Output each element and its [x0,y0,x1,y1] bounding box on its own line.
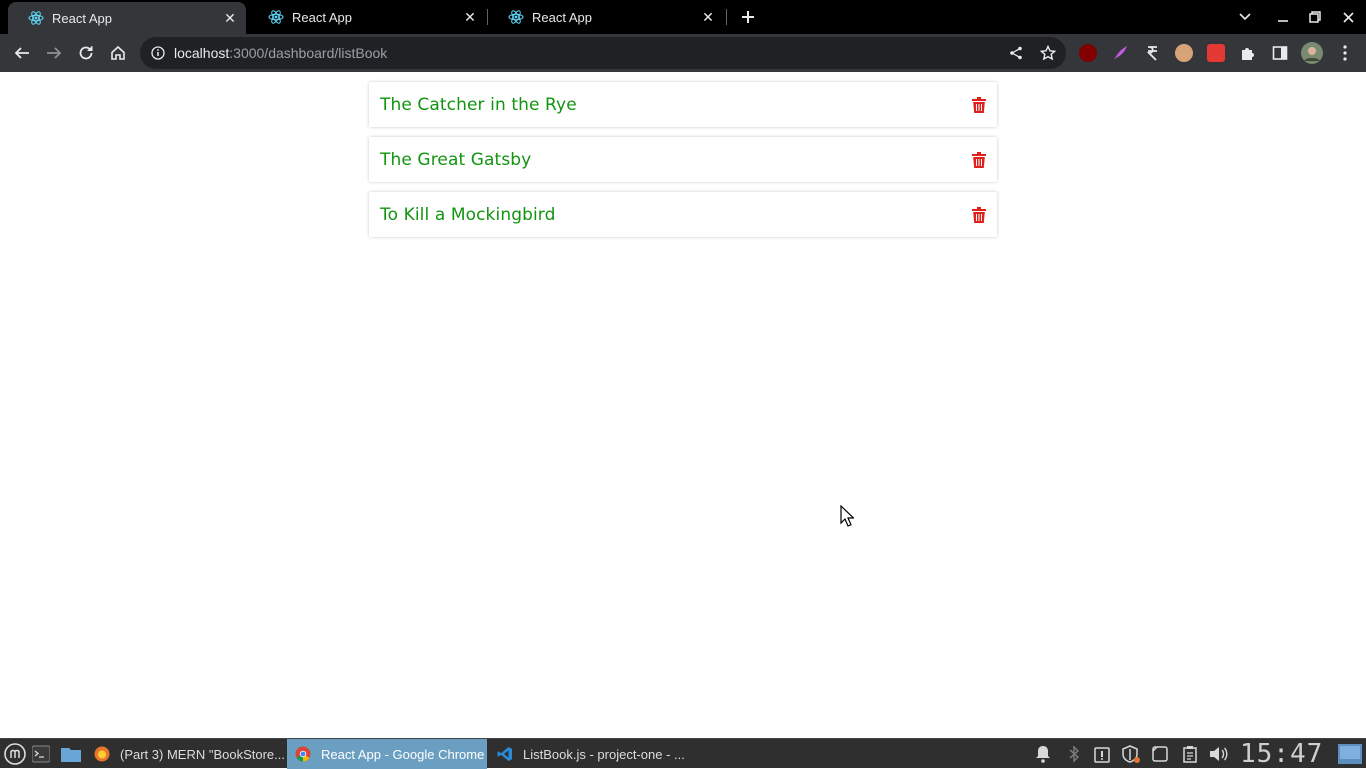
browser-menu-icon[interactable] [1333,41,1357,65]
taskbar-item-vscode[interactable]: ListBook.js - project-one - ... [489,739,689,769]
tab-2[interactable]: React App ✕ [248,0,486,34]
book-list-item: To Kill a Mockingbird [369,192,997,237]
close-tab-icon[interactable]: ✕ [698,7,718,27]
book-list-item: The Catcher in the Rye [369,82,997,127]
book-title: The Great Gatsby [380,149,532,170]
close-window-icon[interactable] [1337,7,1359,27]
notification-bell-icon[interactable] [1033,745,1053,763]
clipboard-icon[interactable] [1180,745,1200,763]
side-panel-icon[interactable] [1268,41,1292,65]
url-text[interactable]: localhost:3000/dashboard/listBook [174,45,387,61]
site-info-icon[interactable] [150,45,166,61]
forward-icon[interactable] [42,41,66,65]
minimize-icon[interactable] [1272,7,1294,27]
extensions-puzzle-icon[interactable] [1236,41,1260,65]
firefox-icon [94,746,110,762]
red-extension-icon[interactable] [1207,44,1225,62]
browser-toolbar: localhost:3000/dashboard/listBook [0,34,1366,72]
restore-icon[interactable] [1304,7,1326,27]
start-menu-icon[interactable] [2,739,28,769]
taskbar-item-label: ListBook.js - project-one - ... [523,746,685,762]
book-title: The Catcher in the Rye [380,94,577,115]
terminal-icon[interactable] [32,739,54,769]
url-host: localhost [174,45,230,61]
url-path: :3000/dashboard/listBook [229,45,388,61]
profile-avatar[interactable] [1300,41,1324,65]
tab-strip: React App ✕ React App ✕ React App ✕ [0,0,1366,34]
tab-title: React App [532,9,592,25]
taskbar-item-label: React App - Google Chrome [321,746,485,762]
bookmark-star-icon[interactable] [1036,41,1060,65]
reload-icon[interactable] [74,41,98,65]
share-icon[interactable] [1004,41,1028,65]
tab-title: React App [52,10,112,26]
close-tab-icon[interactable]: ✕ [220,8,240,28]
react-icon [28,10,44,26]
taskbar-item-youtube[interactable]: (Part 3) MERN "BookStore... [86,739,284,769]
address-bar[interactable]: localhost:3000/dashboard/listBook [140,37,1066,69]
tab-separator [726,9,727,25]
quill-extension-icon[interactable] [1111,44,1129,62]
chrome-icon [295,746,311,762]
home-icon[interactable] [106,41,130,65]
page-content: The Catcher in the Rye The Great Gatsby … [0,72,1366,738]
new-tab-icon[interactable] [737,7,759,27]
show-desktop-icon[interactable] [1338,744,1362,764]
book-title: To Kill a Mockingbird [380,204,556,225]
mouse-cursor-icon [840,504,855,532]
network-icon[interactable] [1150,745,1170,763]
shield-icon[interactable] [1121,745,1141,763]
ublock-extension-icon[interactable] [1079,44,1097,62]
react-icon [508,9,524,25]
trash-icon[interactable] [970,206,988,224]
tab-search-icon[interactable] [1234,7,1256,27]
book-list-item: The Great Gatsby [369,137,997,182]
volume-icon[interactable] [1208,745,1228,763]
tab-title: React App [292,9,352,25]
back-icon[interactable] [10,41,34,65]
trash-icon[interactable] [970,151,988,169]
rupee-extension-icon[interactable] [1143,44,1161,62]
update-manager-icon[interactable] [1092,745,1112,763]
face-extension-icon[interactable] [1175,44,1193,62]
react-icon [268,9,284,25]
taskbar-item-label: (Part 3) MERN "BookStore... [120,746,284,762]
clock[interactable]: 15:47 [1240,740,1323,768]
bluetooth-icon[interactable] [1064,745,1084,763]
taskbar-item-chrome[interactable]: React App - Google Chrome [287,739,487,769]
taskbar: (Part 3) MERN "BookStore... React App - … [0,738,1366,769]
close-tab-icon[interactable]: ✕ [460,7,480,27]
tab-3[interactable]: React App ✕ [488,0,724,34]
trash-icon[interactable] [970,96,988,114]
files-folder-icon[interactable] [60,739,84,769]
tab-1[interactable]: React App ✕ [8,2,246,34]
vscode-icon [497,747,512,761]
